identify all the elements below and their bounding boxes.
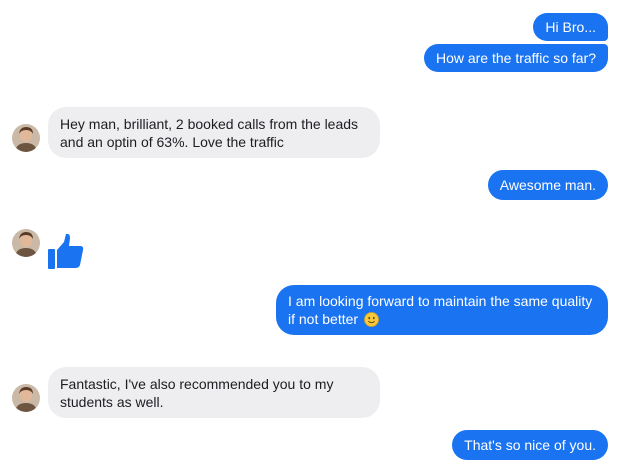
message-text: Hi Bro... — [545, 19, 596, 35]
message-text: I am looking forward to maintain the sam… — [288, 293, 593, 327]
outgoing-message[interactable]: Hi Bro... — [533, 13, 608, 41]
message-text: Hey man, brilliant, 2 booked calls from … — [60, 116, 359, 150]
incoming-message[interactable]: Hey man, brilliant, 2 booked calls from … — [48, 107, 380, 158]
message-text: Awesome man. — [499, 177, 596, 193]
outgoing-message[interactable]: How are the traffic so far? — [423, 44, 608, 72]
message-text: That's so nice of you. — [464, 437, 596, 453]
contact-avatar[interactable] — [12, 124, 40, 152]
contact-avatar[interactable] — [12, 229, 40, 257]
smiling-face-icon — [364, 312, 379, 327]
outgoing-message[interactable]: That's so nice of you. — [452, 430, 608, 460]
thumbs-up-icon[interactable] — [47, 232, 85, 270]
message-text: How are the traffic so far? — [435, 50, 596, 66]
contact-avatar[interactable] — [12, 384, 40, 412]
outgoing-message[interactable]: I am looking forward to maintain the sam… — [276, 285, 608, 335]
outgoing-message[interactable]: Awesome man. — [487, 170, 608, 200]
message-text: Fantastic, I've also recommended you to … — [60, 376, 334, 410]
incoming-message[interactable]: Fantastic, I've also recommended you to … — [48, 367, 380, 418]
